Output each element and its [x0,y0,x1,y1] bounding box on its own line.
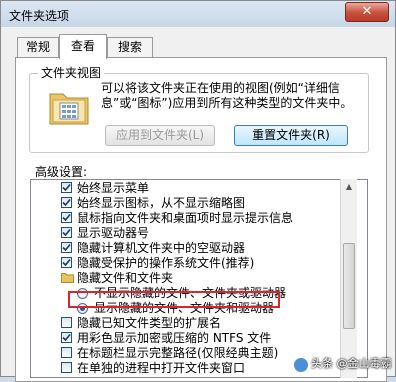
list-item: 隐藏文件和文件夹 [31,271,351,286]
radio-button[interactable] [77,303,88,314]
watermark-logo-icon [293,357,309,373]
advanced-settings-list[interactable]: 始终显示菜单 始终显示图标，从不显示缩略图 鼠标指向文件夹和桌面项时显示提示信息… [30,179,368,378]
item-label: 鼠标指向文件夹和桌面项时显示提示信息 [77,211,294,225]
advanced-settings-label: 高级设置: [35,165,88,179]
list-item[interactable]: 隐藏受保护的操作系统文件(推荐) [31,256,351,271]
folder-views-title: 文件夹视图 [38,64,105,81]
list-item[interactable]: 始终显示图标，从不显示缩略图 [31,196,351,211]
list-item[interactable]: 始终显示菜单 [31,181,351,196]
scroll-thumb[interactable] [343,243,355,329]
checkbox[interactable] [61,347,72,358]
vertical-scrollbar[interactable]: ▲ [340,179,357,378]
checkbox[interactable] [61,182,72,193]
checkbox[interactable] [61,332,72,343]
checkbox[interactable] [61,212,72,223]
title-bar[interactable]: 文件夹选项 ✕ [1,1,395,27]
folder-view-icon [49,93,89,125]
list-item[interactable]: 隐藏已知文件类型的扩展名 [31,316,351,331]
folder-views-description: 可以将该文件夹正在使用的视图(例如“详细信息”或“图标”)应用到所有这种类型的文… [101,81,353,110]
item-label: 用彩色显示加密或压缩的 NTFS 文件 [77,331,272,345]
watermark-text: 头条 @金山毒霸 [311,357,392,370]
watermark: 头条 @金山毒霸 [293,354,393,374]
scroll-up-arrow-icon[interactable]: ▲ [341,179,357,195]
folder-icon [61,273,74,283]
item-label: 始终显示图标，从不显示缩略图 [77,196,246,210]
reset-folders-button[interactable]: 重置文件夹(R) [234,125,348,146]
apply-to-folders-button[interactable]: 应用到文件夹(L) [105,125,215,146]
checkbox[interactable] [61,362,72,373]
item-label: 隐藏已知文件类型的扩展名 [77,316,222,330]
item-label: 显示隐藏的文件、文件夹和驱动器 [94,301,275,315]
item-label: 在单独的进程中打开文件夹窗口 [77,361,246,375]
item-label: 显示驱动器号 [77,226,150,240]
list-item[interactable]: 显示驱动器号 [31,226,351,241]
list-item[interactable]: 鼠标指向文件夹和桌面项时显示提示信息 [31,211,351,226]
checkbox[interactable] [61,242,72,253]
tab-view[interactable]: 查看 [59,34,107,59]
window-title: 文件夹选项 [9,9,70,23]
list-item[interactable]: 隐藏计算机文件夹中的空驱动器 [31,241,351,256]
list-item[interactable]: 显示隐藏的文件、文件夹和驱动器 [31,301,351,316]
list-item[interactable]: 不显示隐藏的文件、文件夹或驱动器 [31,286,351,301]
close-button[interactable]: ✕ [345,2,389,22]
tab-general[interactable]: 常规 [17,37,59,57]
checkbox[interactable] [61,227,72,238]
checkbox[interactable] [61,197,72,208]
item-label: 在标题栏显示完整路径(仅限经典主题) [77,346,279,360]
folder-options-dialog: 文件夹选项 ✕ 常规 查看 搜索 文件夹视图 可以将该文件夹正在使用的视图(例如… [0,0,396,382]
checkbox[interactable] [61,317,72,328]
item-label: 不显示隐藏的文件、文件夹或驱动器 [94,286,287,300]
checkbox[interactable] [61,257,72,268]
list-item[interactable]: 用彩色显示加密或压缩的 NTFS 文件 [31,331,351,346]
radio-button[interactable] [77,288,88,299]
item-label: 隐藏受保护的操作系统文件(推荐) [77,256,255,270]
item-label: 隐藏计算机文件夹中的空驱动器 [77,241,246,255]
item-label: 始终显示菜单 [77,181,150,195]
tab-search[interactable]: 搜索 [107,37,153,57]
item-label: 隐藏文件和文件夹 [77,271,174,285]
